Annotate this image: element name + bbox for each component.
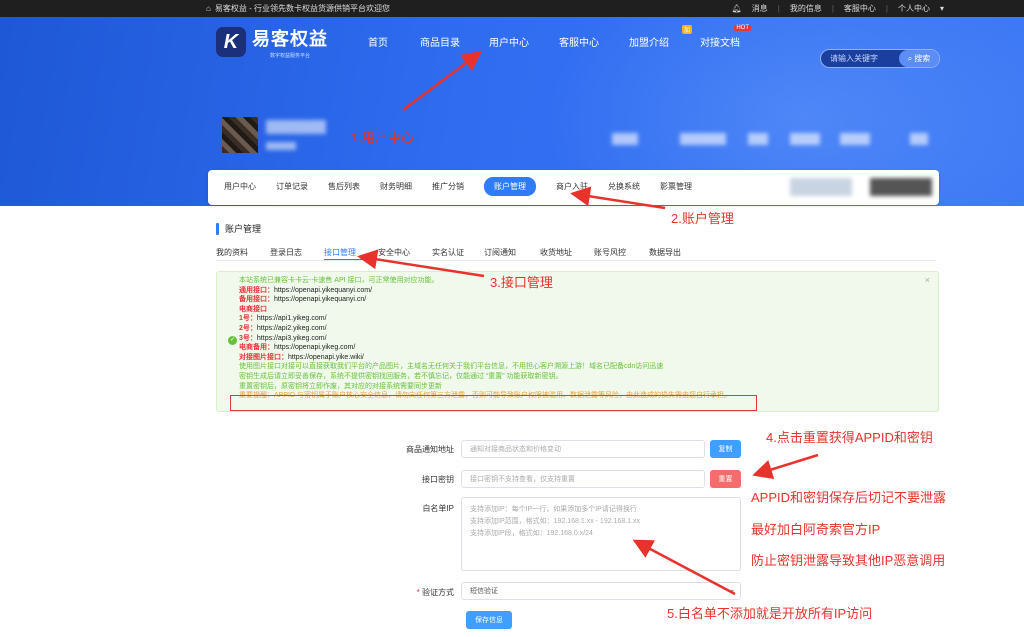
whitelist-textarea[interactable]: 支持添加IP：每个IP一行，如果添加多个IP请记得换行 支持添加IP范围，格式如… [461, 497, 741, 571]
topbar-messages[interactable]: 消息 [752, 3, 768, 14]
subtab-address[interactable]: 收货地址 [540, 247, 594, 260]
avatar[interactable] [222, 117, 258, 153]
search-icon: ⌕ [907, 53, 913, 63]
annotation-3: 3.接口管理 [490, 275, 553, 290]
blurred-balance [870, 178, 932, 196]
general-api-url[interactable]: https://openapi.yikequanyi.com/ [274, 287, 372, 294]
api2-url[interactable]: https://api2.yikeg.com/ [257, 325, 327, 332]
blurred-level [266, 142, 296, 150]
annotation-4: 4.点击重置获得APPID和密钥 [766, 430, 933, 445]
nav-api-docs[interactable]: 对接文档 HOT [700, 25, 759, 49]
topbar-personal-center[interactable]: 个人中心 [898, 3, 930, 14]
notice-key-reset: 重置密钥后，原密钥将立即作废，其对应的对接系统需要同步更新 [239, 382, 442, 390]
chevron-down-icon: ▾ [729, 586, 734, 596]
telecom-backup-url[interactable]: https://openapi.yikeg.com/ [274, 344, 355, 351]
new-badge: 加 [681, 25, 692, 34]
nav-user-center[interactable]: 用户中心 [489, 34, 559, 49]
topbar-my-info[interactable]: 我的信息 [790, 3, 822, 14]
api3-url[interactable]: https://api3.yikeg.com/ [257, 335, 327, 342]
annotation-1: 1.用户中心 [351, 130, 414, 145]
api-key-field[interactable]: 接口密钥不支持查看，仅支持重置 [461, 470, 705, 488]
annotation-5a: APPID和密钥保存后切记不要泄露 [751, 490, 947, 505]
tab-user-center[interactable]: 用户中心 [224, 181, 256, 196]
annotation-6: 5.白名单不添加就是开放所有IP访问 [667, 606, 873, 621]
verify-label: 验证方式 [422, 588, 454, 597]
main-nav: 首页 商品目录 用户中心 客服中心 加盟介绍加 对接文档 HOT [368, 25, 759, 49]
blurred-balance [790, 178, 852, 196]
nav-service-center[interactable]: 客服中心 [559, 34, 629, 49]
tab-movie-tickets[interactable]: 影票管理 [660, 181, 692, 196]
hot-badge: HOT [734, 25, 751, 31]
verify-method-select[interactable]: 短信验证 ▾ [461, 582, 741, 600]
search-input[interactable] [821, 54, 897, 63]
user-center-tabs: 用户中心 订单记录 售后列表 财务明细 推广分销 账户管理 商户入驻 兑换系统 … [208, 170, 939, 205]
blurred-stat [680, 133, 726, 145]
save-button[interactable]: 保存信息 [466, 611, 512, 629]
notice-intro: 本站系统已兼容卡卡云-卡速售 API 接口，可正常使用对应功能。 [239, 277, 439, 284]
chevron-down-icon[interactable]: ▾ [940, 4, 944, 13]
notify-url-label: 商品通知地址 [406, 445, 454, 454]
notice-key-save: 密钥生成后请立即妥善保存，系统不提供密钥找回服务，若不慎忘记，仅能通过 “重置”… [239, 372, 563, 380]
bell-icon[interactable]: 🔔︎ [732, 4, 742, 13]
subtab-api-management[interactable]: 接口管理 [324, 247, 370, 260]
subtab-real-name[interactable]: 实名认证 [432, 247, 484, 260]
api1-url[interactable]: https://api1.yikeg.com/ [257, 315, 327, 322]
highlight-box [230, 395, 757, 411]
blurred-stat [748, 133, 768, 145]
reset-button[interactable]: 重置 [710, 470, 741, 488]
subtab-profile[interactable]: 我的资料 [216, 247, 270, 260]
blurred-stat [840, 133, 870, 145]
panel-title: 账户管理 [216, 222, 261, 235]
notify-url-field[interactable]: 通知对接商品状态和价格变动 [461, 440, 705, 458]
backup-api-url[interactable]: https://openapi.yikequanyi.cn/ [274, 296, 366, 303]
check-circle-icon: ✓ [228, 336, 237, 345]
subtab-data-export[interactable]: 数据导出 [649, 247, 703, 260]
subtab-login-log[interactable]: 登录日志 [270, 247, 324, 260]
api-key-label: 接口密钥 [422, 475, 454, 484]
site-welcome-text: 易客权益 - 行业领先数卡权益货源供销平台欢迎您 [214, 4, 390, 13]
search-button[interactable]: ⌕ 搜索 [899, 50, 939, 67]
subtab-subscriptions[interactable]: 订阅通知 [484, 247, 540, 260]
tab-after-sales[interactable]: 售后列表 [328, 181, 360, 196]
annotation-5b: 最好加白阿奇索官方IP [751, 522, 881, 537]
api-notice: ✓ × 本站系统已兼容卡卡云-卡速售 API 接口，可正常使用对应功能。 通用接… [216, 271, 939, 412]
logo[interactable]: K 易客权益 数字权益服务平台 [216, 25, 328, 59]
whitelist-label: 白名单IP [422, 504, 454, 513]
copy-button[interactable]: 复制 [710, 440, 741, 458]
tab-finance[interactable]: 财务明细 [380, 181, 412, 196]
home-icon[interactable]: ⌂ [206, 4, 211, 13]
logo-title: 易客权益 [252, 29, 328, 49]
nav-franchise[interactable]: 加盟介绍加 [629, 25, 700, 49]
annotation-5c: 防止密钥泄露导致其他IP恶意调用 [751, 553, 946, 568]
close-icon[interactable]: × [925, 275, 930, 286]
tab-orders[interactable]: 订单记录 [276, 181, 308, 196]
subtab-risk-control[interactable]: 账号风控 [594, 247, 649, 260]
nav-catalog[interactable]: 商品目录 [420, 34, 489, 49]
blurred-stat [910, 133, 928, 145]
nav-home[interactable]: 首页 [368, 34, 420, 49]
blurred-stat [790, 133, 820, 145]
subtab-security[interactable]: 安全中心 [378, 247, 432, 260]
blurred-username [266, 120, 326, 134]
top-bar: ⌂ 易客权益 - 行业领先数卡权益货源供销平台欢迎您 🔔︎ 消息 | 我的信息 … [0, 0, 1024, 17]
topbar-service-center[interactable]: 客服中心 [844, 3, 876, 14]
logo-subtitle: 数字权益服务平台 [269, 53, 310, 59]
account-panel: 账户管理 我的资料 登录日志 接口管理 安全中心 实名认证 订阅通知 收货地址 … [208, 212, 939, 637]
blurred-stat [612, 133, 638, 145]
account-subtabs: 我的资料 登录日志 接口管理 安全中心 实名认证 订阅通知 收货地址 账号风控 … [216, 247, 936, 261]
tab-distribution[interactable]: 推广分销 [432, 181, 464, 196]
user-profile [222, 117, 326, 153]
annotation-2: 2.账户管理 [671, 211, 734, 226]
search-box: ⌕ 搜索 [820, 49, 940, 68]
image-api-url[interactable]: https://openapi.yike.wiki/ [288, 354, 364, 361]
notice-image-api-desc: 使用图片接口对接可以直接获取我们平台的产品图片，主域名无任何关于我们平台信息，不… [239, 363, 664, 371]
tab-exchange[interactable]: 兑换系统 [608, 181, 640, 196]
tab-account-management[interactable]: 账户管理 [484, 177, 536, 196]
logo-mark: K [216, 27, 246, 57]
tab-merchant[interactable]: 商户入驻 [556, 181, 588, 196]
